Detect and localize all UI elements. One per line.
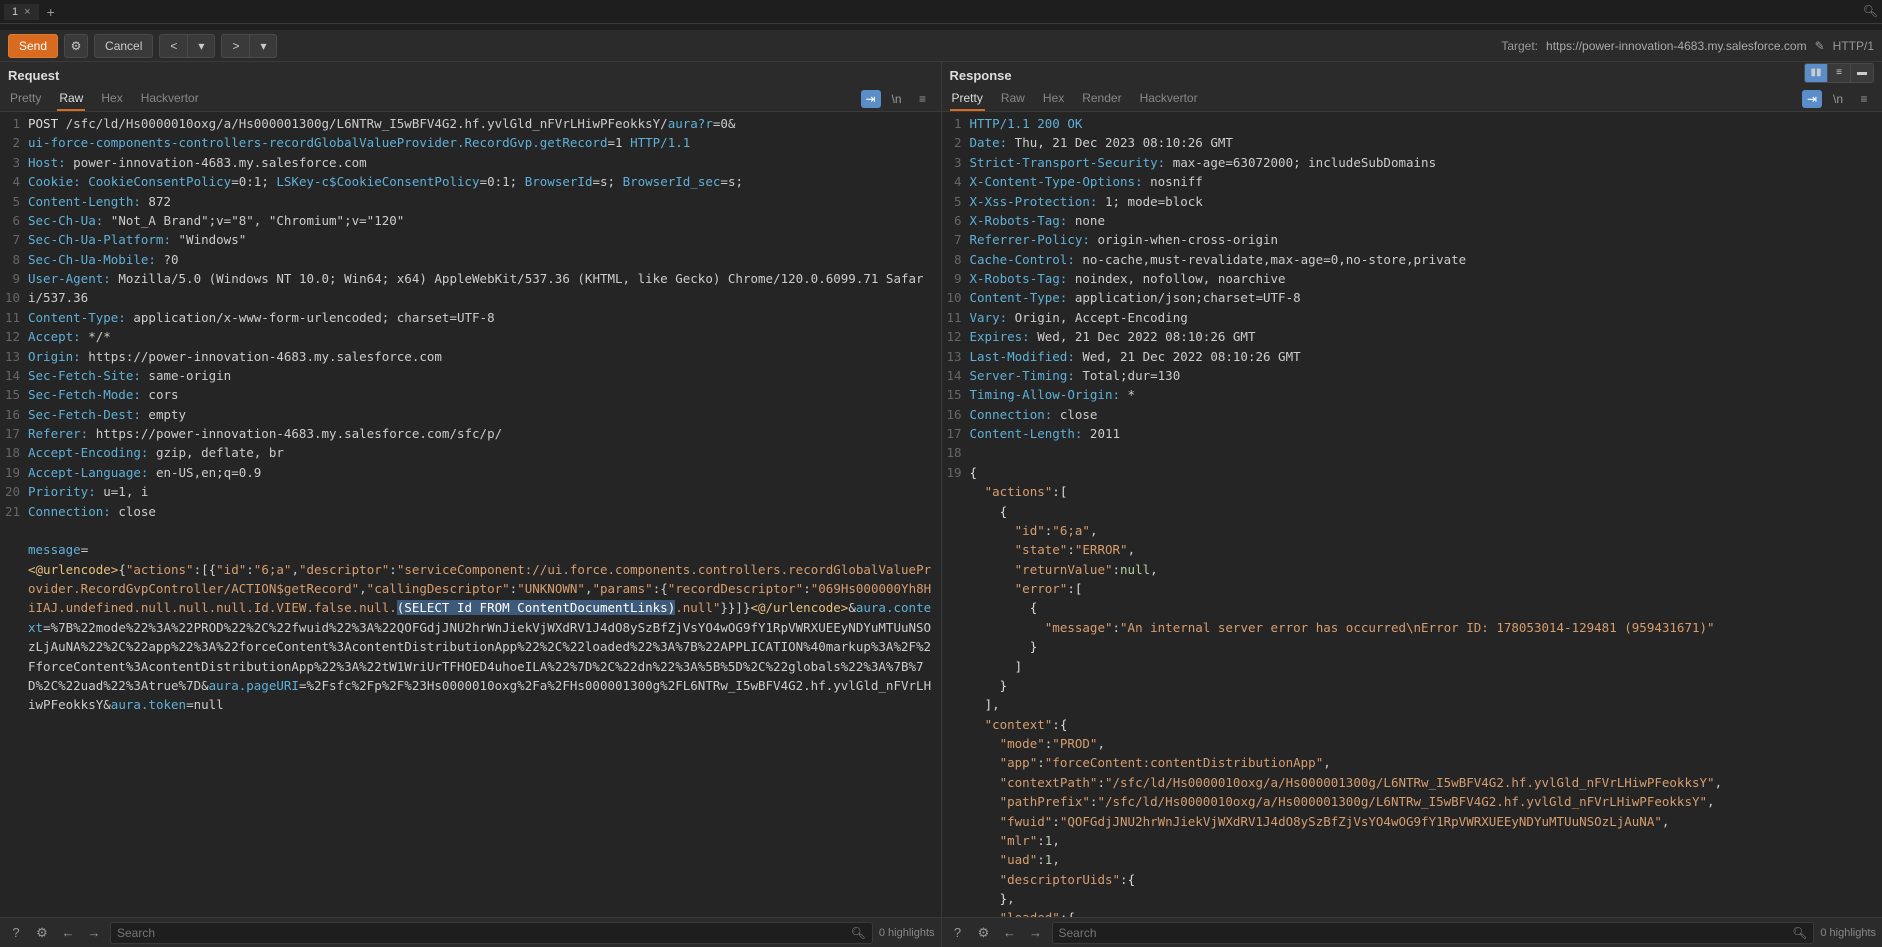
toolbar: Send ⚙ Cancel < ▾ > ▾ Target: https://po… (0, 30, 1882, 62)
cancel-button[interactable]: Cancel (94, 34, 153, 58)
new-tab-button[interactable]: + (39, 4, 63, 20)
view-mode-group: ▮▮ ≡ ▬ (1804, 63, 1874, 83)
arrow-left-icon[interactable]: ← (58, 923, 78, 943)
tab-label: 1 (12, 6, 18, 18)
prev-group: < ▾ (159, 34, 215, 58)
arrow-right-icon[interactable]: → (84, 923, 104, 943)
proto-label[interactable]: HTTP/1 (1833, 39, 1874, 53)
tab-item[interactable]: 1 × (4, 4, 39, 20)
target-label: Target: (1501, 39, 1538, 53)
help-icon[interactable]: ? (948, 923, 968, 943)
view-rows-icon[interactable]: ≡ (1828, 64, 1850, 82)
format-icon[interactable]: ⇥ (1802, 90, 1822, 108)
search-box: 🔍︎ (110, 922, 873, 944)
pencil-icon[interactable]: ✎ (1815, 39, 1825, 53)
request-tabs: Pretty Raw Hex Hackvertor ⇥ \n ≡ (0, 83, 941, 112)
newline-icon[interactable]: \n (887, 90, 907, 108)
pane-tab-render[interactable]: Render (1080, 87, 1123, 111)
gear-icon[interactable]: ⚙ (64, 34, 88, 58)
highlights-text: 0 highlights (1820, 927, 1876, 939)
format-icon[interactable]: ⇥ (861, 90, 881, 108)
response-title: Response (942, 62, 1805, 83)
target-value: https://power-innovation-4683.my.salesfo… (1546, 39, 1807, 53)
request-title: Request (0, 62, 941, 83)
pane-tab-pretty[interactable]: Pretty (8, 87, 43, 111)
pane-tab-raw[interactable]: Raw (57, 87, 85, 111)
newline-icon[interactable]: \n (1828, 90, 1848, 108)
search-icon-top[interactable]: 🔍︎ (1863, 4, 1878, 18)
prev-dropdown[interactable]: ▾ (187, 34, 215, 58)
response-pane: Response ▮▮ ≡ ▬ Pretty Raw Hex Render Hackve… (942, 62, 1882, 947)
pane-tab-raw[interactable]: Raw (999, 87, 1027, 111)
response-editor[interactable]: 12345678910111213141516171819 HTTP/1.1 2… (942, 112, 1882, 917)
next-dropdown[interactable]: ▾ (249, 34, 277, 58)
search-input[interactable] (1059, 926, 1793, 940)
send-button[interactable]: Send (8, 34, 58, 58)
search-input[interactable] (117, 926, 851, 940)
gear-icon[interactable]: ⚙ (32, 923, 52, 943)
arrow-left-icon[interactable]: ← (1000, 923, 1020, 943)
request-editor[interactable]: 123456789101112131415161718192021 POST /… (0, 112, 941, 917)
search-icon[interactable]: 🔍︎ (1792, 926, 1807, 940)
pane-tab-hackvertor[interactable]: Hackvertor (139, 87, 201, 111)
pane-tab-pretty[interactable]: Pretty (950, 87, 985, 111)
next-button[interactable]: > (221, 34, 249, 58)
request-footer: ? ⚙ ← → 🔍︎ 0 highlights (0, 917, 941, 947)
prev-button[interactable]: < (159, 34, 187, 58)
pane-tab-hex[interactable]: Hex (1041, 87, 1066, 111)
view-columns-icon[interactable]: ▮▮ (1805, 64, 1827, 82)
pane-tab-hackvertor[interactable]: Hackvertor (1138, 87, 1200, 111)
next-group: > ▾ (221, 34, 277, 58)
menu-icon[interactable]: ≡ (913, 90, 933, 108)
arrow-right-icon[interactable]: → (1026, 923, 1046, 943)
response-tabs: Pretty Raw Hex Render Hackvertor ⇥ \n ≡ (942, 83, 1882, 112)
highlights-text: 0 highlights (879, 927, 935, 939)
menu-icon[interactable]: ≡ (1854, 90, 1874, 108)
response-footer: ? ⚙ ← → 🔍︎ 0 highlights (942, 917, 1882, 947)
search-box: 🔍︎ (1052, 922, 1815, 944)
main-area: Request Pretty Raw Hex Hackvertor ⇥ \n ≡ 12… (0, 62, 1882, 947)
search-icon[interactable]: 🔍︎ (851, 926, 866, 940)
gear-icon[interactable]: ⚙ (974, 923, 994, 943)
close-icon[interactable]: × (24, 6, 30, 18)
pane-tab-hex[interactable]: Hex (99, 87, 124, 111)
view-single-icon[interactable]: ▬ (1851, 64, 1873, 82)
request-pane: Request Pretty Raw Hex Hackvertor ⇥ \n ≡ 12… (0, 62, 942, 947)
help-icon[interactable]: ? (6, 923, 26, 943)
tabs-bar: 1 × + 🔍︎ (0, 0, 1882, 24)
